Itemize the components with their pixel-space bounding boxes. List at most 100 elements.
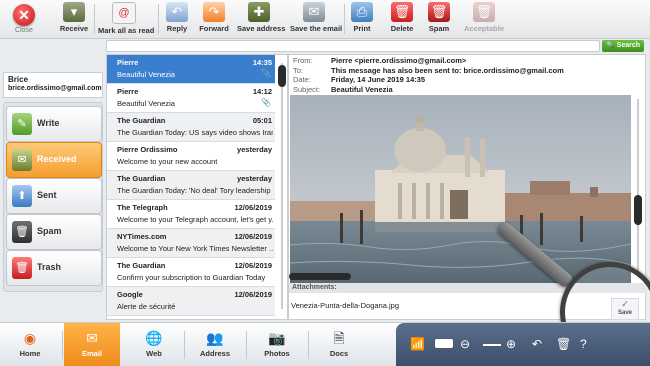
folder-trash[interactable]: 🗑 Trash — [6, 250, 102, 286]
spam-label: Spam — [428, 24, 450, 33]
from-row: From: Pierre <pierre.ordissimo@gmail.com> — [293, 56, 641, 66]
search-bar: 🔍 Search — [106, 40, 644, 52]
message-row[interactable]: The Guardian 05:01 The Guardian Today: U… — [107, 113, 275, 142]
acceptable-button[interactable]: 🗑 Acceptable — [464, 2, 504, 36]
message-subject: The Guardian Today: 'No deal' Tory leade… — [117, 186, 273, 195]
mark-all-read-label: Mark all as read — [98, 26, 155, 35]
address-book-icon: ✚ — [248, 2, 270, 22]
to-row: To: This message has also been sent to: b… — [293, 66, 641, 76]
nav-label: Home — [19, 349, 41, 358]
close-button[interactable]: ✕ Close — [2, 2, 46, 36]
delete-button[interactable]: 🗑 Delete — [390, 2, 414, 36]
nav-divider — [184, 331, 185, 359]
account-box: Brice brice.ordissimo@gmail.com — [3, 72, 103, 98]
folder-spam[interactable]: 🗑 Spam — [6, 214, 102, 250]
message-date: yesterday — [236, 145, 272, 154]
message-subject: Welcome to your Telegraph account, let's… — [117, 215, 273, 224]
message-date: 14:12 — [252, 87, 272, 96]
folder-list: ✎ Write ✉ Received ⬆ Sent 🗑 Spam 🗑 Trash — [3, 102, 103, 292]
reply-button[interactable]: ↶ Reply — [164, 2, 190, 36]
document-icon: 🗎 — [333, 330, 345, 346]
receive-button[interactable]: ▾ Receive — [58, 2, 90, 36]
save-address-button[interactable]: ✚ Save address — [237, 2, 285, 36]
message-row[interactable]: Google 12/06/2019 Alerte de sécurité — [107, 287, 275, 316]
message-date: 14:35 — [252, 58, 272, 67]
trash-icon: 🗑 — [12, 257, 32, 279]
nav-web[interactable]: 🌐 Web — [126, 323, 182, 366]
nav-label: Email — [81, 349, 102, 358]
scrollbar-thumb[interactable] — [289, 273, 351, 280]
search-input[interactable] — [106, 40, 600, 52]
close-label: Close — [15, 27, 33, 34]
date-value: Friday, 14 June 2019 14:35 — [331, 75, 426, 84]
folder-sent[interactable]: ⬆ Sent — [6, 178, 102, 214]
print-button[interactable]: ⎙ Print — [351, 2, 373, 36]
message-subject: Welcome to Your New York Times Newslette… — [117, 244, 273, 253]
battery-icon[interactable] — [434, 336, 454, 352]
nav-photos[interactable]: 📷 Photos — [249, 323, 305, 366]
zoom-in-icon[interactable]: ⊕ — [506, 336, 516, 352]
scrollbar-thumb[interactable] — [278, 65, 286, 87]
zoom-out-icon[interactable]: ⊖ — [460, 336, 470, 352]
preview-vertical-scrollbar[interactable] — [633, 95, 643, 277]
folder-received[interactable]: ✉ Received — [6, 142, 102, 178]
wifi-icon[interactable]: 📶 — [410, 336, 425, 352]
search-button[interactable]: 🔍 Search — [602, 40, 644, 52]
trash-icon[interactable]: 🗑 — [556, 336, 571, 352]
home-icon: ◉ — [23, 330, 37, 346]
venice-photo — [290, 95, 631, 289]
acceptable-icon: 🗑 — [473, 2, 495, 22]
forward-button[interactable]: ↷ Forward — [199, 2, 229, 36]
bottom-bar: ◉ Home ✉ Email 🌐 Web 👥 Address 📷 Photos … — [0, 322, 650, 366]
nav-divider — [308, 331, 309, 359]
spam-button[interactable]: 🗑 Spam — [428, 2, 450, 36]
toolbar-divider — [158, 4, 159, 34]
paperclip-icon: 📎 — [261, 98, 271, 107]
message-sender: NYTimes.com — [117, 232, 167, 241]
nav-home[interactable]: ◉ Home — [2, 323, 58, 366]
message-headers: From: Pierre <pierre.ordissimo@gmail.com>… — [293, 56, 641, 94]
scrollbar-thumb[interactable] — [634, 195, 642, 225]
message-date: 05:01 — [252, 116, 272, 125]
attachment-filename[interactable]: Venezia-Punta-della-Dogana.jpg — [291, 301, 399, 310]
from-label: From: — [293, 56, 313, 65]
search-button-label: Search — [616, 42, 641, 49]
folder-write[interactable]: ✎ Write — [6, 106, 102, 142]
message-subject: Welcome to your new account — [117, 157, 218, 166]
mark-all-read-button[interactable]: @ Mark all as read — [98, 2, 155, 36]
message-row[interactable]: Pierre 14:12 Beautiful Venezia 📎 — [107, 84, 275, 113]
nav-address[interactable]: 👥 Address — [187, 323, 243, 366]
forward-label: Forward — [199, 24, 229, 33]
date-row: Date: Friday, 14 June 2019 14:35 — [293, 75, 641, 85]
nav-divider — [246, 331, 247, 359]
mark-read-icon: @ — [112, 2, 136, 24]
message-list: Pierre 14:35 Beautiful Venezia 📎 Pierre … — [106, 54, 288, 320]
message-subject: Beautiful Venezia — [117, 99, 175, 108]
message-sender: The Guardian — [117, 261, 166, 270]
message-sender: The Guardian — [117, 174, 166, 183]
message-row[interactable]: Pierre Ordissimo yesterday Welcome to yo… — [107, 142, 275, 171]
save-email-label: Save the email — [290, 24, 343, 33]
help-icon[interactable]: ? — [580, 336, 587, 352]
folder-label: Trash — [37, 262, 62, 272]
nav-docs[interactable]: 🗎 Docs — [311, 323, 367, 366]
message-row[interactable]: The Guardian 12/06/2019 Confirm your sub… — [107, 258, 275, 287]
nav-email[interactable]: ✉ Email — [64, 323, 120, 366]
inbox-icon: ✉ — [12, 149, 32, 171]
folder-label: Sent — [37, 190, 57, 200]
message-row[interactable]: Pierre 14:35 Beautiful Venezia 📎 — [107, 55, 275, 84]
undo-icon[interactable]: ↶ — [532, 336, 542, 352]
message-row[interactable]: The Telegraph 12/06/2019 Welcome to your… — [107, 200, 275, 229]
message-list-scrollbar[interactable] — [278, 57, 286, 315]
zoom-slider[interactable] — [482, 336, 502, 352]
message-date: 12/06/2019 — [234, 203, 272, 212]
save-email-button[interactable]: ✉ Save the email — [290, 2, 343, 36]
message-sender: Pierre Ordissimo — [117, 145, 178, 154]
subject-label: Subject: — [293, 84, 321, 94]
message-row[interactable]: NYTimes.com 12/06/2019 Welcome to Your N… — [107, 229, 275, 258]
message-row[interactable]: The Guardian yesterday The Guardian Toda… — [107, 171, 275, 200]
paperclip-icon: 📎 — [261, 69, 271, 78]
to-value: This message has also been sent to: bric… — [331, 65, 564, 75]
search-icon: 🔍 — [605, 42, 615, 49]
sent-icon: ⬆ — [12, 185, 32, 207]
